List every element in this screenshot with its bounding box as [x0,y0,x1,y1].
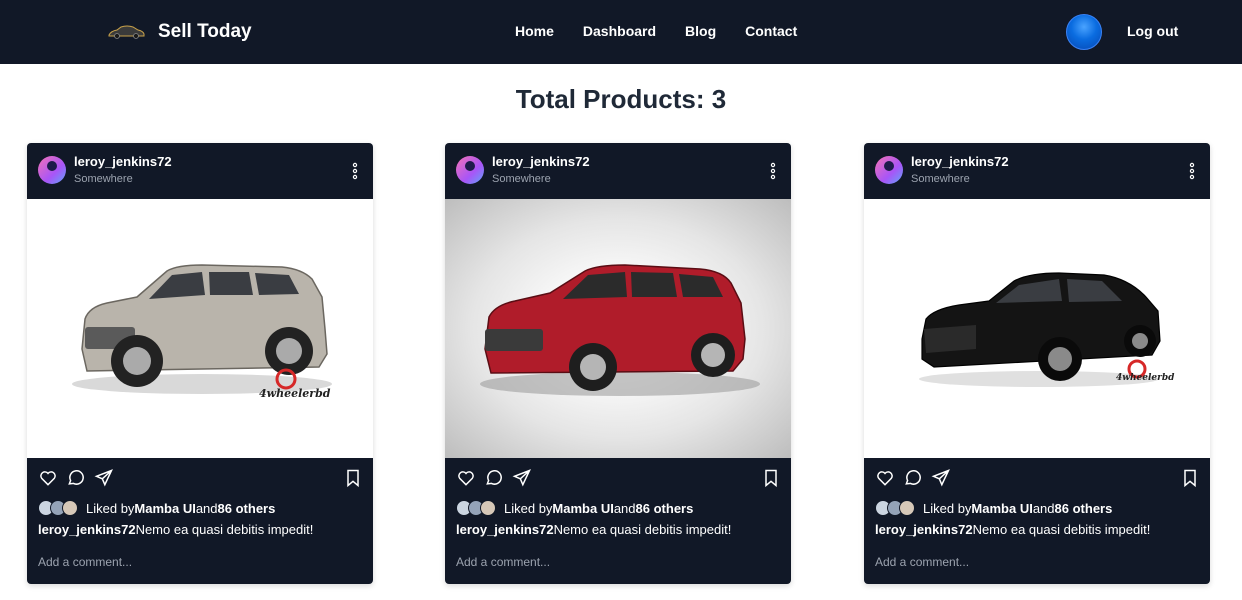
caption: leroy_jenkins72Nemo ea quasi debitis imp… [875,522,1150,537]
share-icon[interactable] [94,468,114,488]
caption-username[interactable]: leroy_jenkins72 [38,522,136,537]
avatar[interactable] [875,156,903,184]
bookmark-icon[interactable] [761,468,781,488]
likes-text: Liked byMamba UIand86 others [504,501,693,516]
share-icon[interactable] [512,468,532,488]
avatar [480,500,496,516]
comment-icon[interactable] [903,468,923,488]
card-header: leroy_jenkins72 Somewhere [864,143,1210,199]
card-actions [445,458,791,498]
avatar[interactable] [456,156,484,184]
more-vertical-icon[interactable] [351,162,359,180]
caption-username[interactable]: leroy_jenkins72 [875,522,973,537]
likes-row: Liked byMamba UIand86 others [875,498,1112,518]
watermark: 4wheelerbd [259,387,331,400]
comment-icon[interactable] [66,468,86,488]
product-image[interactable]: 4wheelerbd [27,199,373,458]
comment-input[interactable]: Add a comment... [456,555,550,569]
caption-username[interactable]: leroy_jenkins72 [456,522,554,537]
avatar [899,500,915,516]
car-logo-icon [106,18,146,46]
card-location: Somewhere [74,173,133,185]
liked-others[interactable]: 86 others [1055,501,1113,516]
nav-link-home[interactable]: Home [515,23,554,39]
more-vertical-icon[interactable] [769,162,777,180]
liked-user[interactable]: Mamba UI [552,501,613,516]
brand-name: Sell Today [158,21,252,42]
likes-text: Liked byMamba UIand86 others [86,501,275,516]
heart-icon[interactable] [875,468,895,488]
caption-text: Nemo ea quasi debitis impedit! [135,522,314,537]
likes-prefix: Liked by [923,500,972,516]
product-card: leroy_jenkins72 Somewhere Liked byMamba … [445,143,791,584]
liked-others[interactable]: 86 others [636,501,694,516]
brand[interactable]: Sell Today [106,18,252,46]
caption: leroy_jenkins72Nemo ea quasi debitis imp… [456,522,731,537]
card-username[interactable]: leroy_jenkins72 [492,154,590,169]
likes-and: and [1032,500,1055,516]
heart-icon[interactable] [456,468,476,488]
bookmark-icon[interactable] [343,468,363,488]
user-avatar[interactable] [1066,14,1102,50]
likes-and: and [613,500,636,516]
likes-and: and [195,500,218,516]
nav-link-dashboard[interactable]: Dashboard [583,23,656,39]
liked-user[interactable]: Mamba UI [971,501,1032,516]
page-title: Total Products: 3 [515,84,727,114]
caption: leroy_jenkins72Nemo ea quasi debitis imp… [38,522,313,537]
avatar [62,500,78,516]
product-card: leroy_jenkins72 Somewhere 4wheelerbd Lik… [864,143,1210,584]
avatar[interactable] [38,156,66,184]
nav-links: Home Dashboard Blog Contact [515,23,826,39]
likes-row: Liked byMamba UIand86 others [456,498,693,518]
product-image[interactable]: 4wheelerbd [864,199,1210,458]
nav-link-contact[interactable]: Contact [745,23,797,39]
likes-row: Liked byMamba UIand86 others [38,498,275,518]
more-vertical-icon[interactable] [1188,162,1196,180]
card-actions [864,458,1210,498]
card-location: Somewhere [911,173,970,185]
liked-user[interactable]: Mamba UI [134,501,195,516]
likes-prefix: Liked by [504,500,553,516]
logout-button[interactable]: Log out [1127,23,1178,39]
card-actions [27,458,373,498]
card-location: Somewhere [492,173,551,185]
watermark: 4wheelerbd [1116,373,1175,383]
likes-text: Liked byMamba UIand86 others [923,501,1112,516]
comment-icon[interactable] [484,468,504,488]
comment-input[interactable]: Add a comment... [38,555,132,569]
nav-link-blog[interactable]: Blog [685,23,716,39]
navbar: Sell Today Home Dashboard Blog Contact L… [0,0,1242,64]
card-username[interactable]: leroy_jenkins72 [74,154,172,169]
bookmark-icon[interactable] [1180,468,1200,488]
liked-others[interactable]: 86 others [218,501,276,516]
caption-text: Nemo ea quasi debitis impedit! [553,522,732,537]
likes-prefix: Liked by [86,500,135,516]
card-header: leroy_jenkins72 Somewhere [27,143,373,199]
card-header: leroy_jenkins72 Somewhere [445,143,791,199]
heart-icon[interactable] [38,468,58,488]
caption-text: Nemo ea quasi debitis impedit! [972,522,1151,537]
comment-input[interactable]: Add a comment... [875,555,969,569]
card-username[interactable]: leroy_jenkins72 [911,154,1009,169]
share-icon[interactable] [931,468,951,488]
product-card: leroy_jenkins72 Somewhere 4wheelerbd Lik… [27,143,373,584]
product-image[interactable] [445,199,791,458]
